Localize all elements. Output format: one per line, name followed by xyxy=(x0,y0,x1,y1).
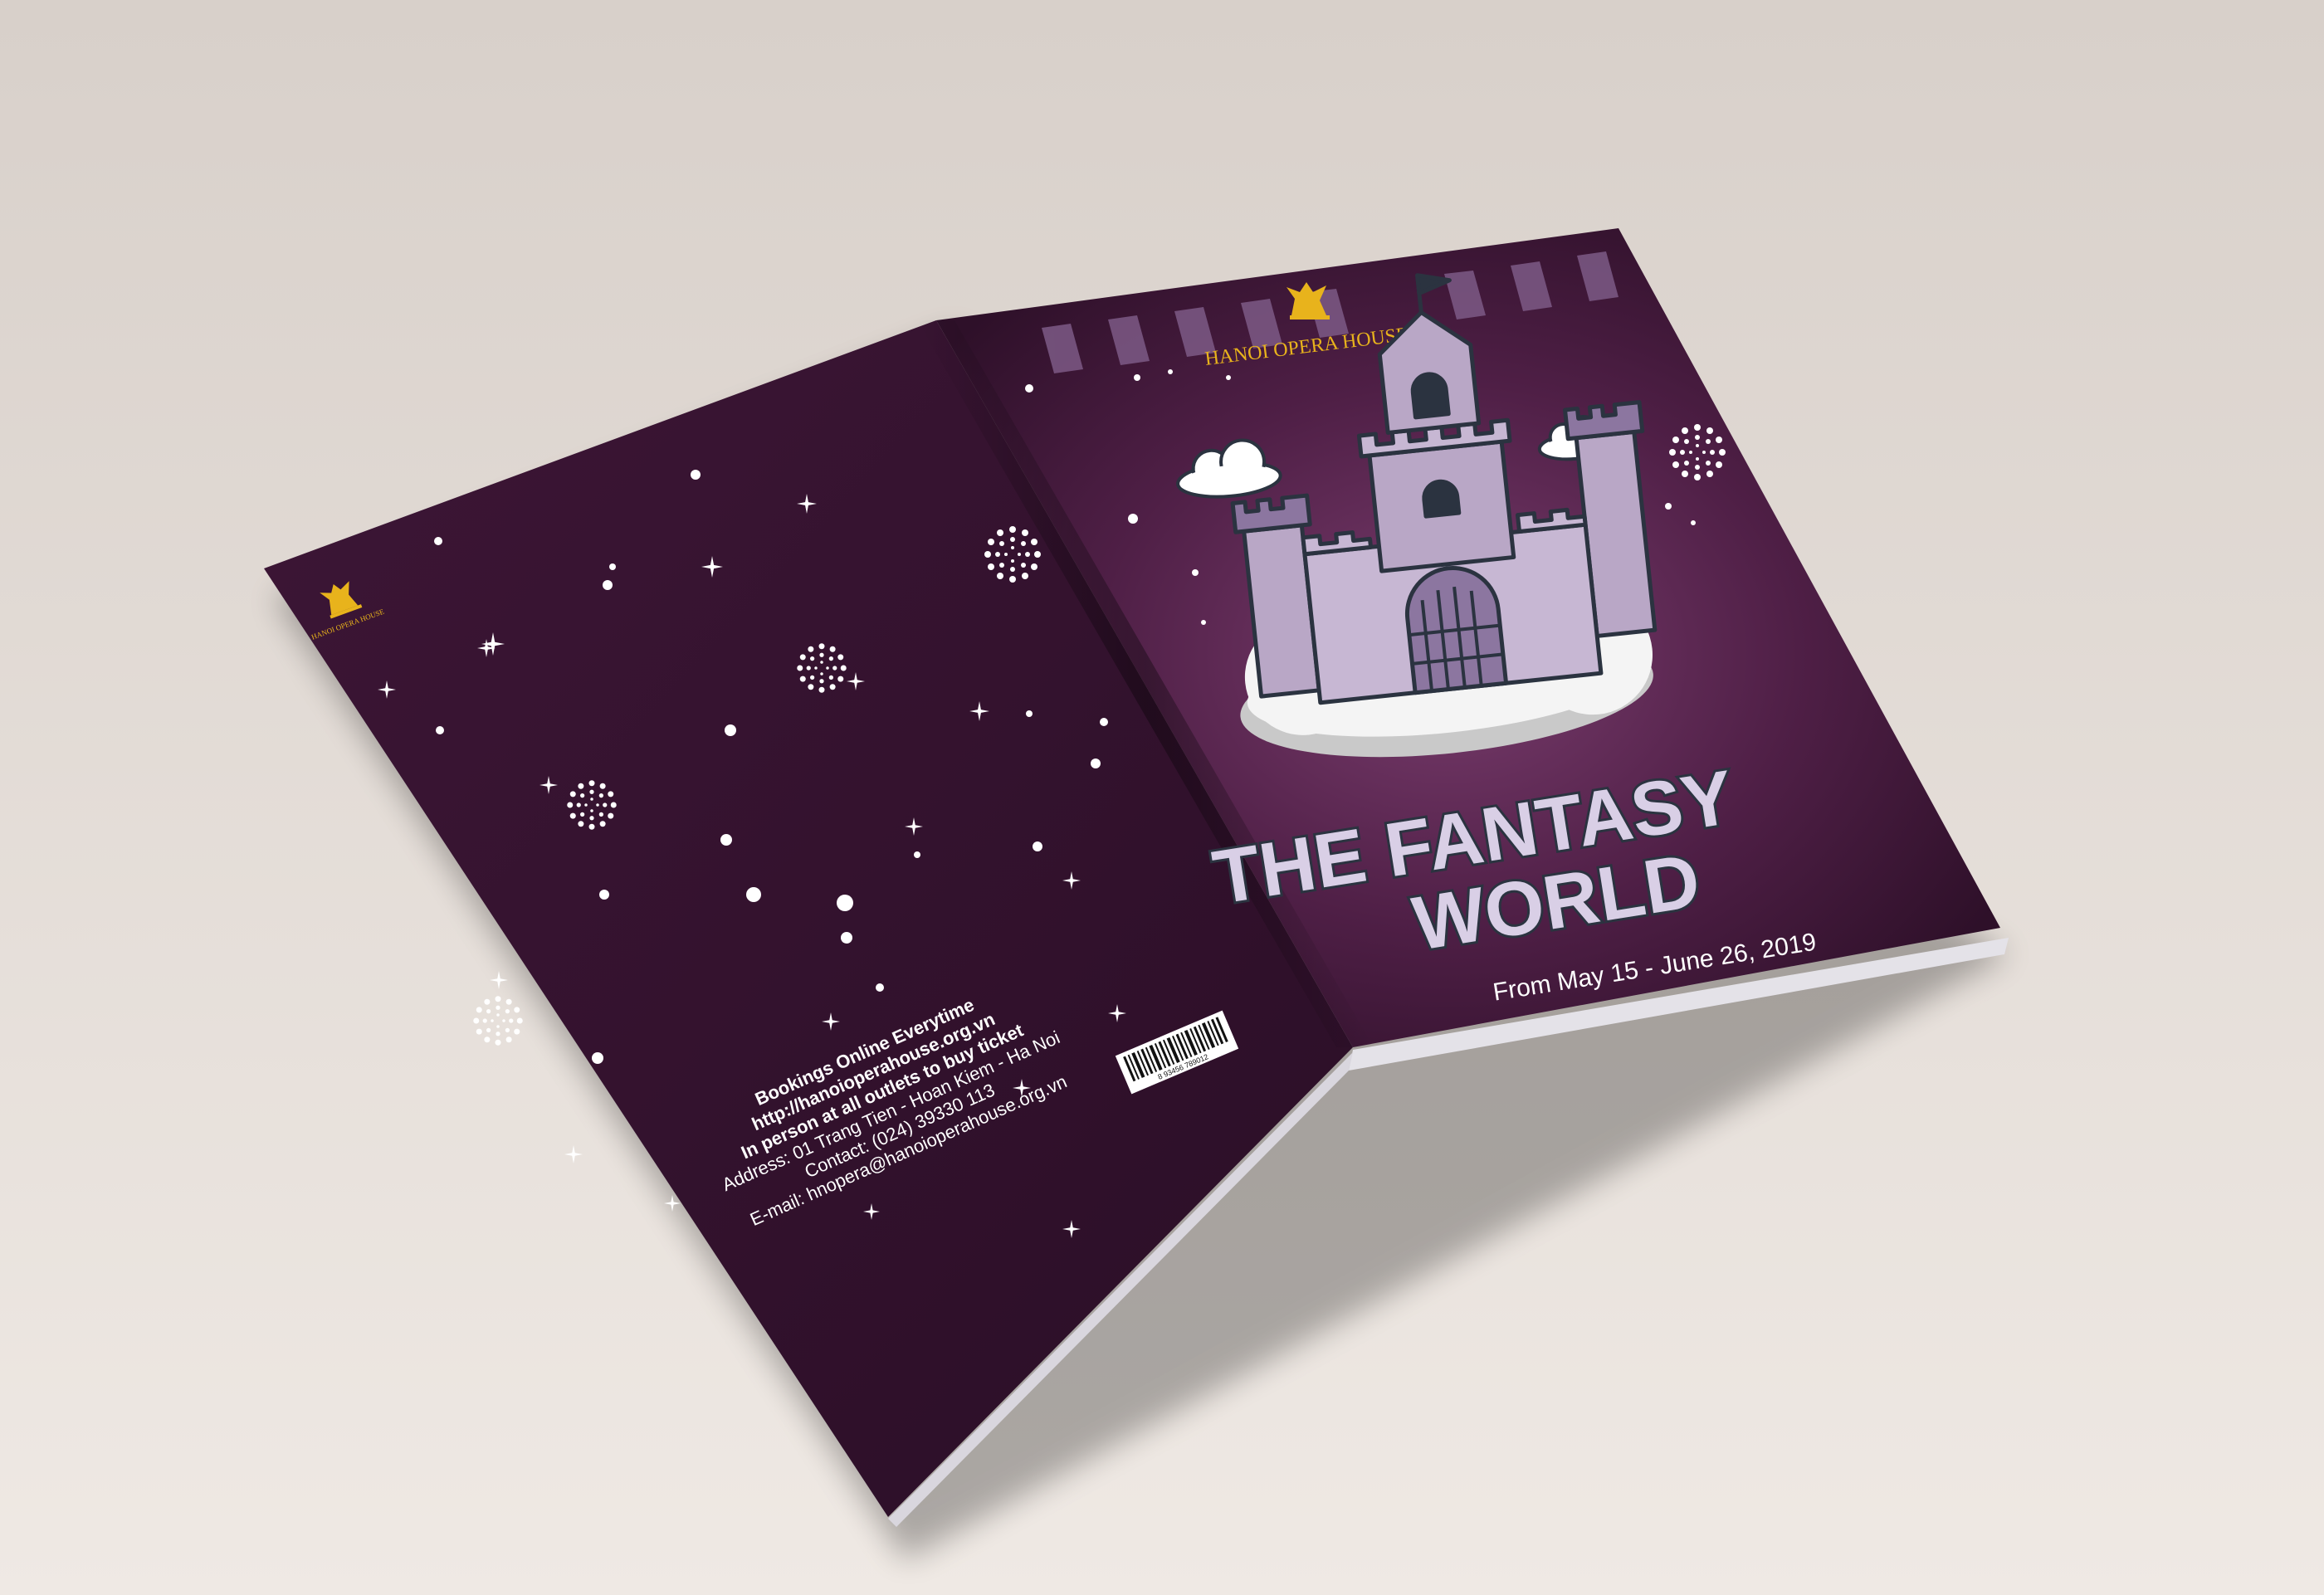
brochure-mockup-scene: HANOI OPERA HOUSE THE FANTASY WORLD From… xyxy=(0,0,2324,1595)
